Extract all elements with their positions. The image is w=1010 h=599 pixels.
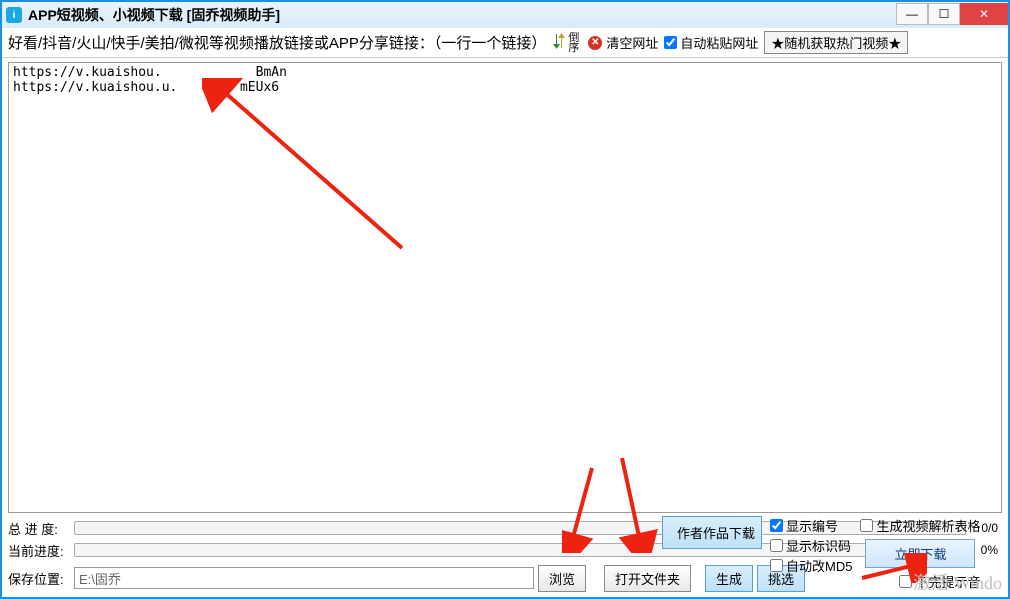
reverse-order-button[interactable]: 倒序 [552, 32, 582, 53]
current-progress-label: 当前进度: [8, 541, 70, 560]
toolbar: 好看/抖音/火山/快手/美拍/微视等视频播放链接或APP分享链接：（一行一个链接… [2, 28, 1008, 58]
gen-table-checkbox[interactable]: 生成视频解析表格 [860, 516, 980, 535]
bottom-panel: 总 进 度: 0/0 当前进度: 0% 保存位置: 浏览 打开文件夹 生成 [2, 513, 1008, 597]
done-sound-input[interactable] [899, 575, 912, 588]
windows-activation-watermark: 激活 Windo [913, 569, 1002, 595]
gen-table-label: 生成视频解析表格 [876, 516, 980, 535]
random-hot-video-button[interactable]: ★随机获取热门视频★ [764, 31, 908, 54]
browse-button[interactable]: 浏览 [538, 565, 586, 592]
clear-icon: ✕ [588, 36, 602, 50]
total-progress-label: 总 进 度: [8, 519, 70, 538]
sort-icon [552, 32, 566, 53]
window-title: APP短视频、小视频下载 [固乔视频助手] [28, 5, 896, 25]
gen-table-input[interactable] [860, 519, 873, 532]
watermark-line1: 激活 Windo [913, 573, 1002, 593]
show-number-label: 显示编号 [786, 516, 838, 535]
auto-md5-input[interactable] [770, 559, 783, 572]
autopaste-checkbox[interactable]: 自动粘贴网址 [664, 33, 758, 52]
save-path-input[interactable] [74, 567, 534, 589]
sort-label: 倒序 [568, 33, 582, 53]
show-id-input[interactable] [770, 539, 783, 552]
autopaste-input[interactable] [664, 36, 677, 49]
show-number-input[interactable] [770, 519, 783, 532]
auto-md5-checkbox[interactable]: 自动改MD5 [770, 556, 852, 575]
titlebar: i APP短视频、小视频下载 [固乔视频助手] — ☐ ✕ [2, 2, 1008, 28]
autopaste-label: 自动粘贴网址 [680, 33, 758, 52]
maximize-button[interactable]: ☐ [928, 3, 960, 25]
main-area [2, 58, 1008, 513]
save-path-label: 保存位置: [8, 569, 70, 588]
show-id-checkbox[interactable]: 显示标识码 [770, 536, 852, 555]
show-number-checkbox[interactable]: 显示编号 [770, 516, 852, 535]
app-window: i APP短视频、小视频下载 [固乔视频助手] — ☐ ✕ 好看/抖音/火山/快… [0, 0, 1010, 599]
download-now-button[interactable]: 立即下载 [865, 539, 975, 568]
url-textarea[interactable] [8, 62, 1002, 513]
clear-urls-button[interactable]: ✕ 清空网址 [588, 33, 658, 52]
close-button[interactable]: ✕ [960, 3, 1008, 25]
instruction-label: 好看/抖音/火山/快手/美拍/微视等视频播放链接或APP分享链接：（一行一个链接… [8, 32, 546, 53]
minimize-button[interactable]: — [896, 3, 928, 25]
show-id-label: 显示标识码 [786, 536, 851, 555]
window-controls: — ☐ ✕ [896, 3, 1008, 25]
auto-md5-label: 自动改MD5 [786, 556, 852, 575]
author-works-download-button[interactable]: 作者作品下载 [662, 516, 762, 549]
clear-label: 清空网址 [606, 33, 658, 52]
app-icon: i [6, 7, 22, 23]
